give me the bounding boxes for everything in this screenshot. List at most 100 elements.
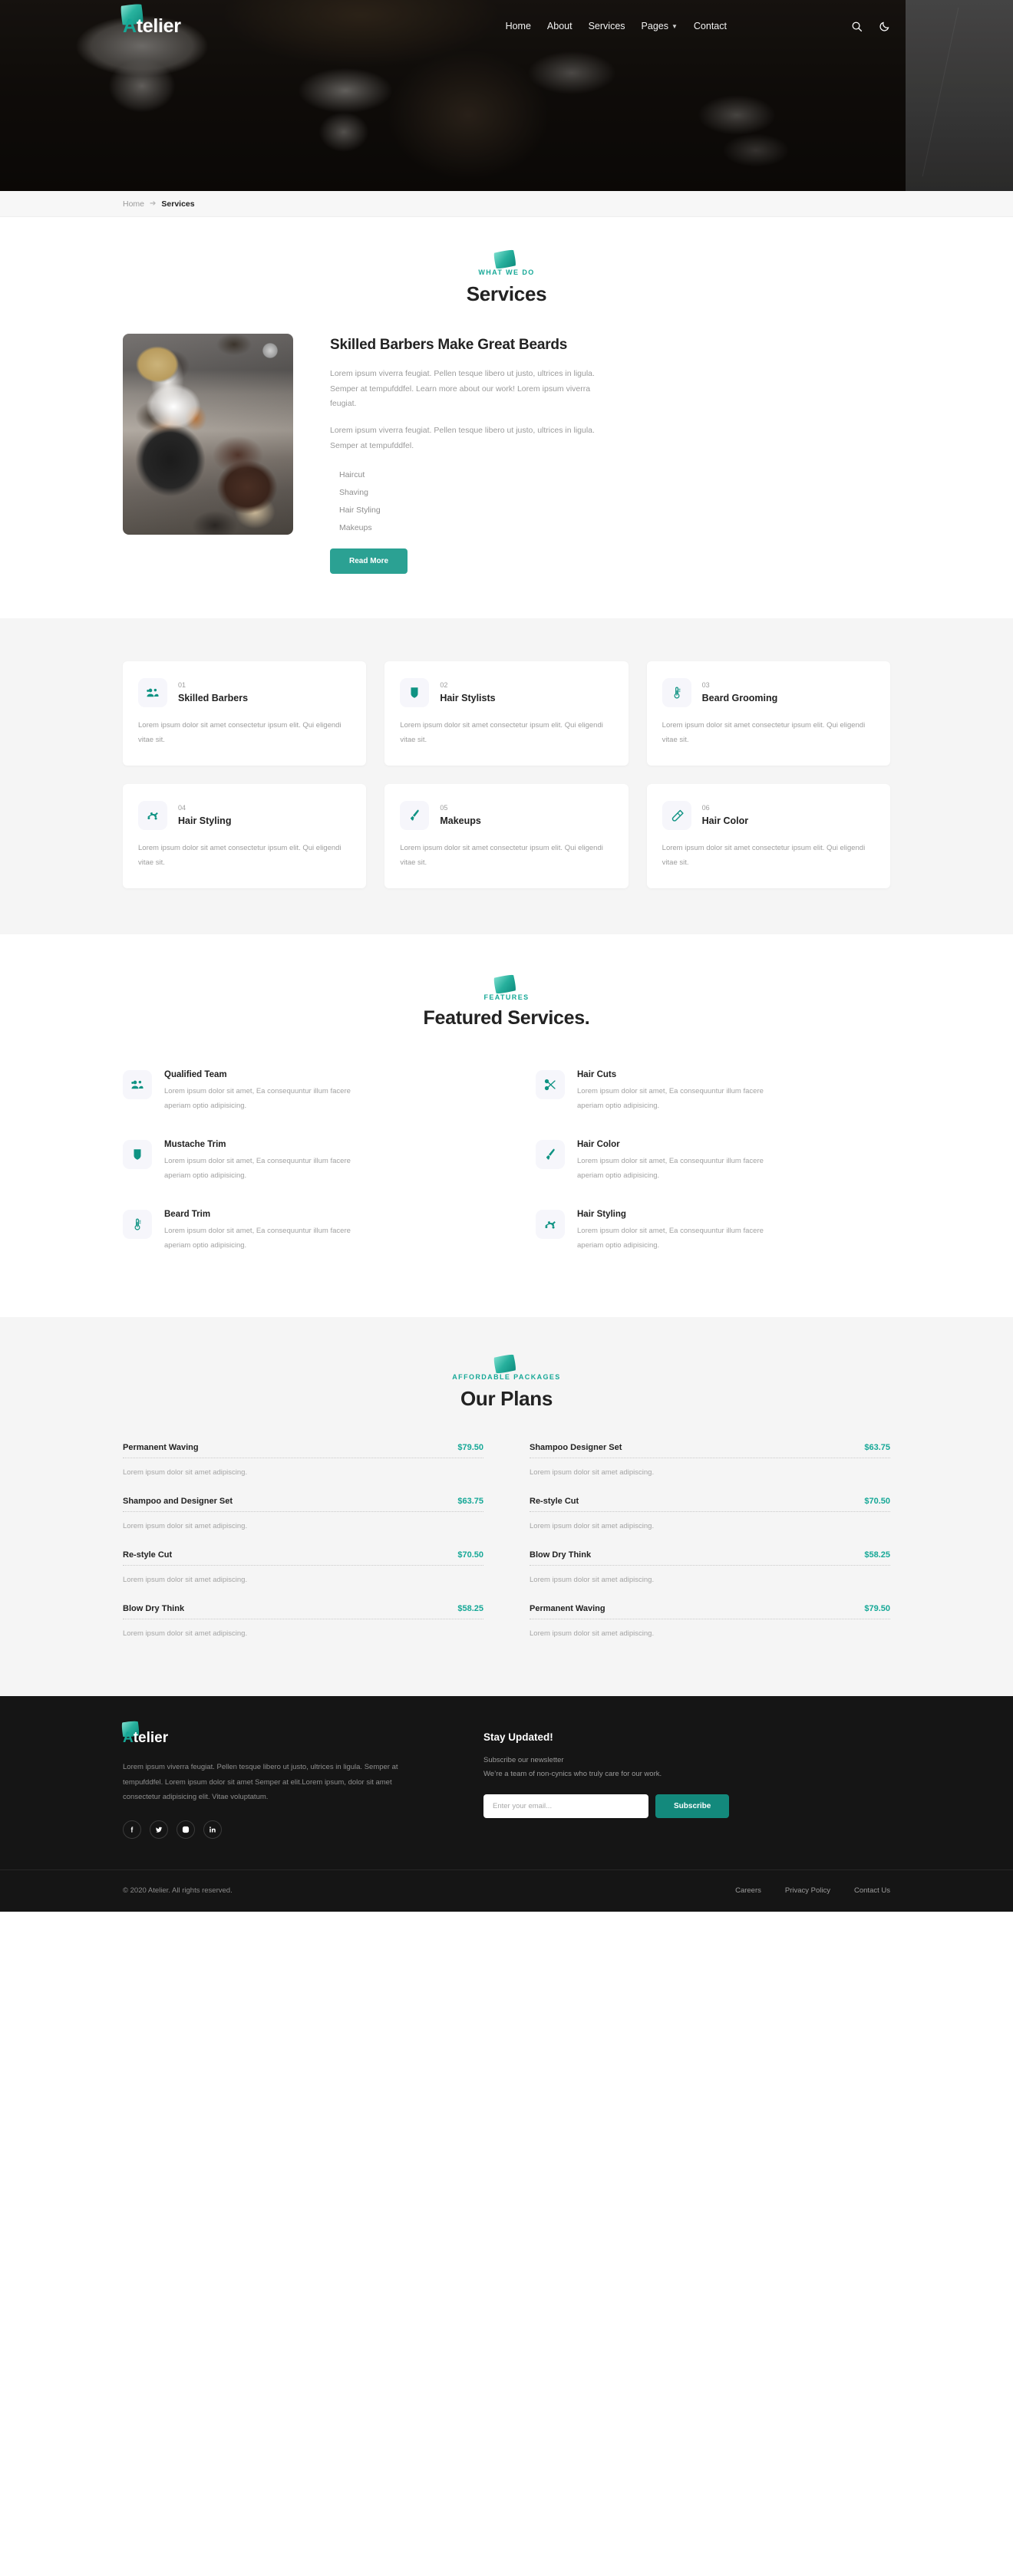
breadcrumb-bar: Home ➔ Services: [0, 191, 1013, 217]
plans-grid: Permanent Waving $79.50 Lorem ipsum dolor…: [123, 1437, 890, 1652]
nav-label: Home: [505, 21, 531, 31]
plan-name: Permanent Waving: [530, 1604, 605, 1614]
nav-item-about[interactable]: About: [547, 21, 572, 31]
card-description: Lorem ipsum dolor sit amet consectetur i…: [662, 844, 866, 867]
feature-description: Lorem ipsum dolor sit amet, Ea consequun…: [164, 1087, 351, 1110]
card-description: Lorem ipsum dolor sit amet consectetur i…: [400, 721, 603, 744]
feature-item[interactable]: Hair Styling Lorem ipsum dolor sit amet,…: [536, 1201, 890, 1271]
nav-item-pages[interactable]: Pages ▼: [642, 21, 678, 31]
hero-banner: A telier Home About Services Pages ▼ Cont…: [0, 0, 1013, 191]
feature-description: Lorem ipsum dolor sit amet, Ea consequun…: [577, 1087, 764, 1110]
comb-icon: [662, 801, 691, 831]
feature-item[interactable]: Hair Cuts Lorem ipsum dolor sit amet, Ea…: [536, 1062, 890, 1132]
plan-price: $79.50: [457, 1443, 483, 1453]
footer-bottom-bar: © 2020 Atelier. All rights reserved. Car…: [0, 1869, 1013, 1912]
page: A telier Home About Services Pages ▼ Cont…: [0, 0, 1013, 1912]
featured-title: Featured Services.: [423, 1007, 590, 1029]
card-description: Lorem ipsum dolor sit amet consectetur i…: [400, 844, 603, 867]
service-card[interactable]: 06 Hair Color Lorem ipsum dolor sit amet…: [646, 784, 890, 889]
plan-name: Shampoo and Designer Set: [123, 1497, 233, 1507]
feature-item[interactable]: Mustache Trim Lorem ipsum dolor sit amet…: [123, 1132, 477, 1201]
about-paragraph-1: Lorem ipsum viverra feugiat. Pellen tesq…: [330, 369, 595, 408]
copyright-text: © 2020 Atelier. All rights reserved.: [123, 1886, 233, 1896]
service-card[interactable]: 05 Makeups Lorem ipsum dolor sit amet co…: [384, 784, 629, 889]
plans-title: Our Plans: [460, 1387, 553, 1411]
plan-name: Blow Dry Think: [123, 1604, 185, 1614]
feature-description: Lorem ipsum dolor sit amet, Ea consequun…: [577, 1227, 764, 1250]
linkedin-icon[interactable]: [203, 1820, 222, 1839]
plan-row[interactable]: Re-style Cut $70.50 Lorem ipsum dolor sit…: [123, 1544, 483, 1598]
footer-link-careers[interactable]: Careers: [735, 1886, 761, 1895]
about-content: Skilled Barbers Make Great Beards Lorem …: [330, 334, 890, 575]
subscribe-button[interactable]: Subscribe: [655, 1794, 730, 1819]
nav-item-home[interactable]: Home: [506, 21, 531, 31]
service-card[interactable]: 02 Hair Stylists Lorem ipsum dolor sit a…: [384, 661, 629, 766]
feature-item[interactable]: Qualified Team Lorem ipsum dolor sit ame…: [123, 1062, 477, 1132]
nav-item-services[interactable]: Services: [589, 21, 625, 31]
main-navbar: A telier Home About Services Pages ▼ Cont…: [0, 0, 1013, 52]
plan-row[interactable]: Re-style Cut $70.50 Lorem ipsum dolor sit…: [530, 1491, 890, 1544]
plan-price: $58.25: [457, 1604, 483, 1614]
list-item: Haircut: [339, 469, 365, 479]
instagram-icon[interactable]: [177, 1820, 195, 1839]
feature-title: Hair Color: [577, 1140, 620, 1150]
logo-rest: telier: [136, 15, 181, 37]
feature-description: Lorem ipsum dolor sit amet, Ea consequun…: [164, 1157, 351, 1180]
section-eyebrow: FEATURES: [483, 973, 529, 1003]
users-icon: [138, 678, 167, 708]
list-item: Hair Styling: [339, 505, 381, 515]
breadcrumb-home[interactable]: Home: [123, 199, 144, 209]
shield-icon: [123, 1140, 152, 1170]
feature-title: Mustache Trim: [164, 1140, 226, 1150]
thermometer-icon: [123, 1210, 152, 1240]
logo-first-letter: A: [123, 1730, 134, 1747]
footer-logo[interactable]: A telier: [120, 1720, 422, 1747]
site-logo[interactable]: A telier: [120, 2, 181, 38]
about-heading: Skilled Barbers Make Great Beards: [330, 337, 568, 353]
newsletter-subtitle-2: We’re a team of non-cynics who truly car…: [483, 1769, 662, 1778]
moon-icon[interactable]: [879, 21, 890, 32]
facebook-icon[interactable]: [123, 1820, 141, 1839]
plan-row[interactable]: Blow Dry Think $58.25 Lorem ipsum dolor s…: [530, 1544, 890, 1598]
footer-link-contact-us[interactable]: Contact Us: [854, 1886, 890, 1895]
card-title: Hair Stylists: [440, 693, 496, 704]
plan-description: Lorem ipsum dolor sit amet adipiscing.: [530, 1468, 655, 1477]
featured-services-section: FEATURES Featured Services. Qualified Te…: [0, 934, 1013, 1318]
footer-link-privacy-policy[interactable]: Privacy Policy: [785, 1886, 830, 1895]
plan-row[interactable]: Permanent Waving $79.50 Lorem ipsum dolor…: [123, 1437, 483, 1491]
plan-description: Lorem ipsum dolor sit amet adipiscing.: [123, 1468, 248, 1477]
feature-title: Beard Trim: [164, 1210, 211, 1220]
feature-item[interactable]: Hair Color Lorem ipsum dolor sit amet, E…: [536, 1132, 890, 1201]
eyebrow-label: WHAT WE DO: [478, 268, 535, 276]
newsletter-column: Stay Updated! Subscribe our newsletter W…: [483, 1730, 890, 1838]
read-more-button[interactable]: Read More: [330, 548, 408, 575]
plan-row[interactable]: Blow Dry Think $58.25 Lorem ipsum dolor s…: [123, 1598, 483, 1652]
breadcrumb-current: Services: [161, 199, 195, 209]
newsletter-form: Subscribe: [483, 1794, 890, 1819]
card-number: 06: [701, 804, 710, 812]
plans-section: AFFORDABLE PACKAGES Our Plans Permanent …: [0, 1317, 1013, 1697]
brush-icon: [536, 1140, 565, 1170]
plan-description: Lorem ipsum dolor sit amet adipiscing.: [123, 1576, 248, 1585]
plan-row[interactable]: Shampoo and Designer Set $63.75 Lorem ips…: [123, 1491, 483, 1544]
arrow-right-icon: ➔: [150, 199, 157, 208]
hair-styling-icon: [138, 801, 167, 831]
search-icon[interactable]: [851, 21, 863, 32]
plan-price: $63.75: [457, 1497, 483, 1507]
newsletter-subtitle-1: Subscribe our newsletter: [483, 1756, 564, 1765]
eyebrow-label: AFFORDABLE PACKAGES: [452, 1373, 561, 1382]
service-card[interactable]: 04 Hair Styling Lorem ipsum dolor sit am…: [123, 784, 367, 889]
plan-name: Re-style Cut: [123, 1550, 173, 1560]
nav-item-contact[interactable]: Contact: [694, 21, 727, 31]
email-input[interactable]: [483, 1794, 648, 1819]
plan-row[interactable]: Permanent Waving $79.50 Lorem ipsum dolor…: [530, 1598, 890, 1652]
card-number: 01: [178, 681, 186, 690]
plan-row[interactable]: Shampoo Designer Set $63.75 Lorem ipsum d…: [530, 1437, 890, 1491]
service-card[interactable]: 01 Skilled Barbers Lorem ipsum dolor sit…: [123, 661, 367, 766]
twitter-icon[interactable]: [150, 1820, 168, 1839]
feature-description: Lorem ipsum dolor sit amet, Ea consequun…: [577, 1157, 764, 1180]
feature-item[interactable]: Beard Trim Lorem ipsum dolor sit amet, E…: [123, 1201, 477, 1271]
card-description: Lorem ipsum dolor sit amet consectetur i…: [138, 721, 342, 744]
service-card[interactable]: 03 Beard Grooming Lorem ipsum dolor sit …: [646, 661, 890, 766]
plan-price: $58.25: [864, 1550, 890, 1560]
